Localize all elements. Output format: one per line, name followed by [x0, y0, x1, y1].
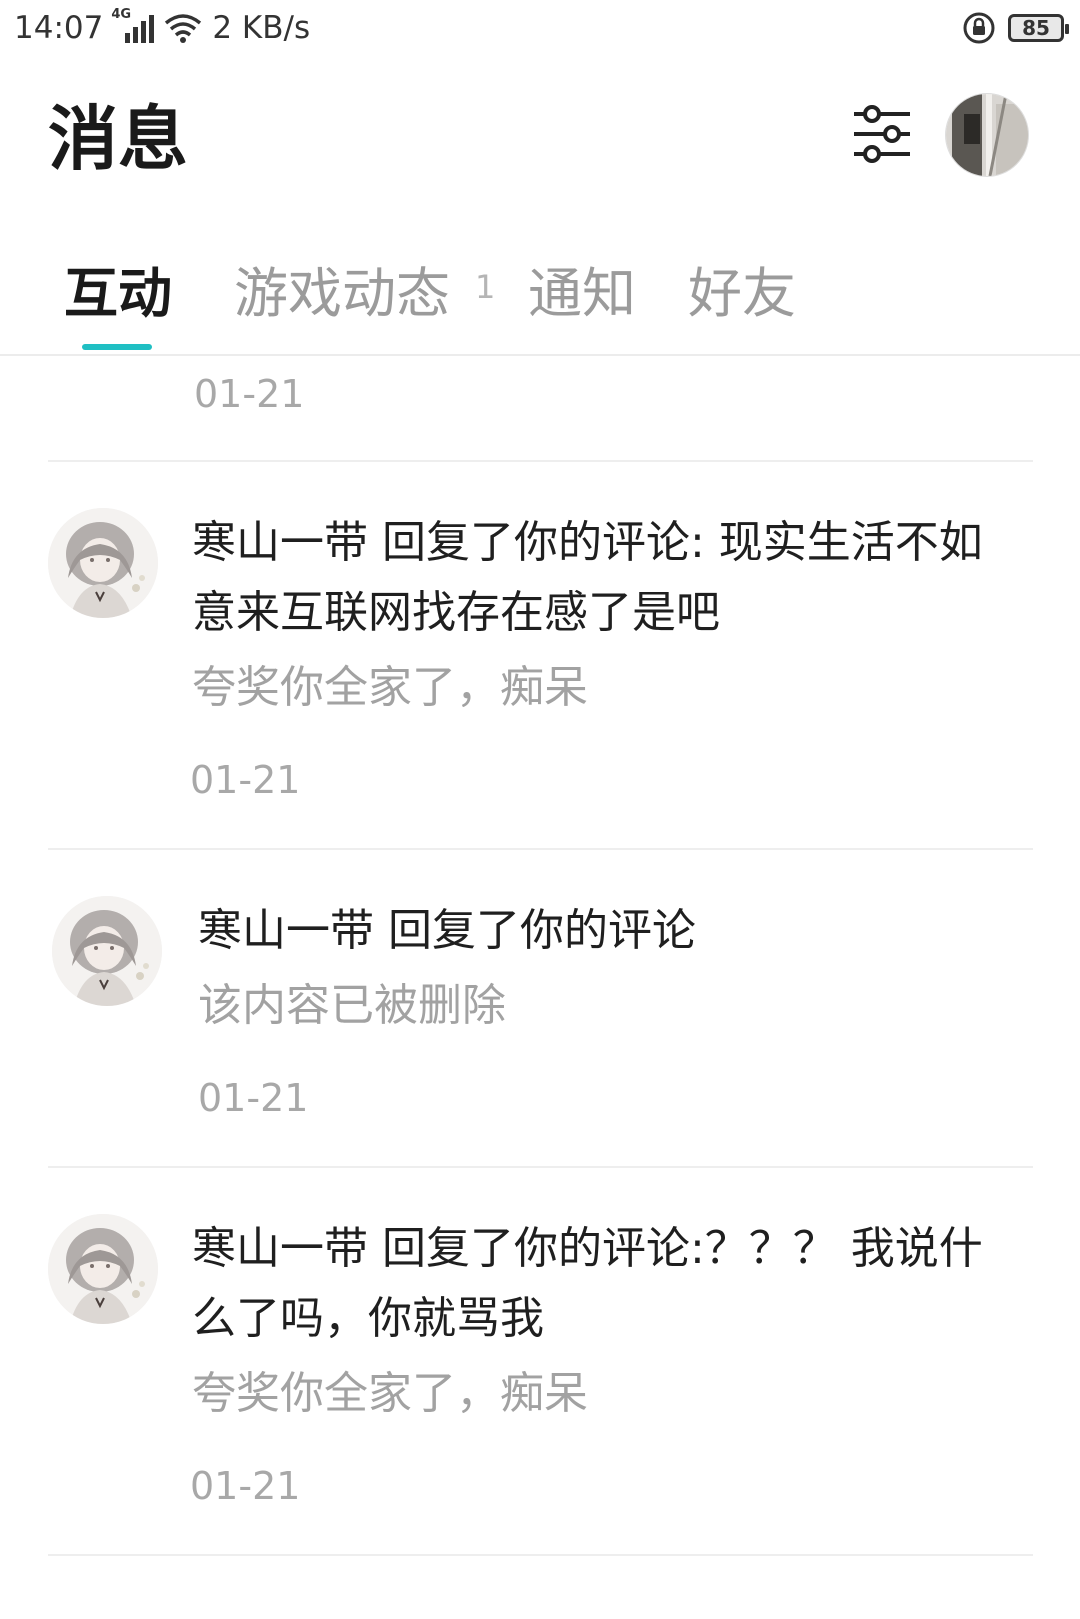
rotation-lock-icon	[963, 12, 995, 44]
message-date: 01-21	[190, 1464, 301, 1508]
tab-friends[interactable]: 好友	[688, 258, 796, 330]
header: 消息	[0, 80, 1080, 200]
network-type-label: 4G	[111, 7, 132, 22]
sender-avatar[interactable]	[48, 1214, 158, 1324]
network-signal-icon: 4G	[111, 7, 155, 43]
battery-icon: 85	[1008, 14, 1069, 42]
tab-bar: 互动 游戏动态 1 通知 好友	[0, 240, 1080, 356]
quoted-comment: 夸奖你全家了，痴呆	[192, 1368, 588, 1419]
status-right: 85	[962, 8, 1069, 48]
avatar-image	[48, 1214, 158, 1324]
list-divider	[48, 1166, 1033, 1168]
filter-sliders-icon	[854, 105, 910, 163]
tab-interaction[interactable]: 互动	[64, 258, 172, 330]
wifi-icon	[165, 14, 202, 43]
message-date: 01-21	[198, 1076, 309, 1120]
reply-text[interactable]: 寒山一带 回复了你的评论: 现实生活不如意来互联网找存在感了是吧	[192, 508, 1022, 648]
avatar-image	[946, 94, 1028, 176]
list-divider	[48, 1554, 1033, 1556]
message-date: 01-21	[190, 758, 301, 802]
status-bar: 14:07 4G 2 KB/s 85	[0, 0, 1080, 56]
active-tab-indicator	[82, 344, 152, 350]
sender-avatar[interactable]	[52, 896, 162, 1006]
tab-notifications[interactable]: 通知	[528, 258, 636, 330]
battery-level: 85	[1022, 16, 1050, 40]
message-date: 01-21	[194, 372, 305, 416]
network-speed: 2 KB/s	[212, 10, 311, 46]
avatar-image	[52, 896, 162, 1006]
list-divider	[48, 848, 1033, 850]
tab-game-updates[interactable]: 游戏动态	[234, 258, 450, 330]
tab-game-updates-badge: 1	[475, 268, 496, 306]
quoted-comment: 该内容已被删除	[198, 980, 506, 1031]
list-divider	[48, 460, 1033, 462]
quoted-comment: 夸奖你全家了，痴呆	[192, 662, 588, 713]
filter-button[interactable]	[850, 102, 914, 166]
message-list[interactable]: 01-21 寒山一带 回复了你的评论: 现实生活不如意来互联网找存在感了是吧 夸…	[0, 356, 1080, 1619]
user-avatar[interactable]	[945, 93, 1029, 177]
reply-text[interactable]: 寒山一带 回复了你的评论	[198, 896, 1028, 966]
status-left: 14:07 4G 2 KB/s	[14, 7, 311, 48]
page-title: 消息	[48, 98, 188, 180]
sender-avatar[interactable]	[48, 508, 158, 618]
avatar-image	[48, 508, 158, 618]
reply-text[interactable]: 寒山一带 回复了你的评论:？？？ 我说什么了吗，你就骂我	[192, 1214, 1022, 1354]
status-time: 14:07	[14, 10, 104, 46]
